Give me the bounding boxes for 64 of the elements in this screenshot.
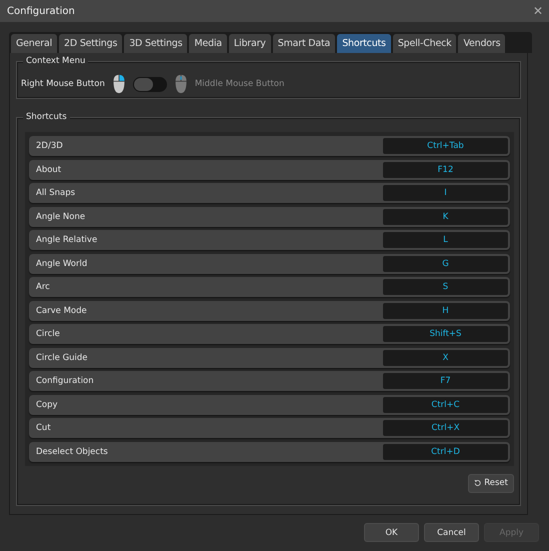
key-field[interactable]: Ctrl+Tab	[383, 138, 508, 154]
shortcut-row[interactable]: Circle Guide X	[29, 348, 510, 368]
dialog-button[interactable]: Cancel	[424, 523, 479, 542]
dialog-button[interactable]: OK	[364, 523, 419, 542]
group-title: Context Menu	[23, 56, 88, 66]
shortcut-row[interactable]: 2D/3D Ctrl+Tab	[29, 136, 510, 156]
option-label: Right Mouse Button	[21, 79, 105, 89]
command-label: 2D/3D	[36, 141, 63, 151]
tab[interactable]: Spell-Check	[392, 34, 456, 53]
key-field[interactable]: K	[383, 208, 508, 224]
tab[interactable]: Library	[228, 34, 271, 53]
command-label: Deselect Objects	[36, 446, 108, 456]
command-label: Angle None	[36, 212, 86, 222]
command-label: Arc	[36, 282, 50, 292]
shortcut-row[interactable]: Arc S	[29, 277, 510, 297]
key-field[interactable]: X	[383, 350, 508, 366]
command-label: Circle	[36, 329, 60, 339]
command-label: Carve Mode	[36, 306, 87, 316]
shortcut-row[interactable]: Configuration F7	[29, 371, 510, 391]
shortcut-row[interactable]: Deselect Objects Ctrl+D	[29, 442, 510, 462]
key-field[interactable]: L	[383, 232, 508, 248]
option-label: Middle Mouse Button	[194, 79, 284, 89]
shortcut-row[interactable]: Carve Mode H	[29, 300, 510, 320]
key-field[interactable]: Ctrl+C	[383, 396, 508, 412]
command-label: Circle Guide	[36, 352, 88, 362]
command-label: About	[36, 164, 62, 174]
reset-button[interactable]: Reset	[468, 474, 514, 492]
key-field[interactable]: H	[383, 302, 508, 318]
shortcut-row[interactable]: Angle World G	[29, 254, 510, 274]
key-field[interactable]: Shift+S	[383, 326, 508, 342]
shortcut-row[interactable]: About F12	[29, 160, 510, 180]
key-field[interactable]: I	[383, 185, 508, 201]
tab[interactable]: Smart Data	[272, 34, 336, 53]
key-field[interactable]: F7	[383, 373, 508, 389]
command-label: Cut	[36, 423, 51, 433]
reset-icon	[474, 478, 482, 488]
shortcut-row[interactable]: Circle Shift+S	[29, 324, 510, 344]
shortcut-row[interactable]: Copy Ctrl+C	[29, 394, 510, 414]
command-label: Configuration	[36, 376, 94, 386]
command-label: All Snaps	[36, 188, 76, 198]
window-title: Configuration	[7, 6, 75, 16]
key-field[interactable]: F12	[383, 162, 508, 178]
tab[interactable]: General	[11, 34, 58, 53]
mouse-icon	[174, 74, 188, 94]
command-label: Copy	[36, 400, 58, 410]
key-field[interactable]: Ctrl+D	[383, 444, 508, 460]
close-button[interactable]: ✕	[532, 5, 543, 17]
group-title: Shortcuts	[23, 112, 70, 122]
toggle-switch[interactable]	[132, 76, 167, 92]
key-field[interactable]: Ctrl+X	[383, 420, 508, 436]
tab[interactable]: 3D Settings	[124, 34, 188, 53]
shortcut-row[interactable]: Angle None K	[29, 206, 510, 226]
shortcut-row[interactable]: Cut Ctrl+X	[29, 418, 510, 438]
key-field[interactable]: G	[383, 256, 508, 272]
command-label: Angle Relative	[36, 235, 98, 245]
tab[interactable]: Media	[189, 34, 227, 53]
key-field[interactable]: S	[383, 279, 508, 295]
tab[interactable]: Shortcuts	[337, 34, 391, 53]
shortcut-row[interactable]: Angle Relative L	[29, 230, 510, 250]
tab[interactable]: Vendors	[458, 34, 506, 53]
command-label: Angle World	[36, 258, 88, 268]
mouse-icon	[112, 74, 126, 94]
shortcut-row[interactable]: All Snaps I	[29, 183, 510, 203]
tab[interactable]: 2D Settings	[59, 34, 122, 53]
